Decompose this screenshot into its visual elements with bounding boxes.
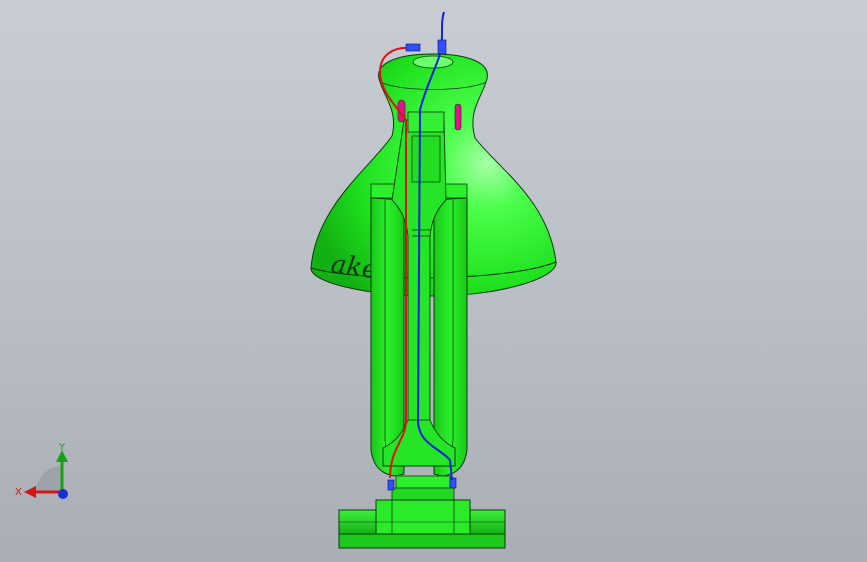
lamp-base[interactable] <box>338 499 506 549</box>
connector-right <box>449 477 457 489</box>
z-axis-dot <box>58 489 68 499</box>
wire-red-plug <box>405 43 421 52</box>
connector-left <box>387 479 395 491</box>
lamp-neck[interactable] <box>387 475 457 501</box>
triad-graphic <box>24 450 68 499</box>
x-axis-label: X <box>15 487 22 498</box>
graphics-viewport[interactable]: aker X Y <box>0 0 867 562</box>
cad-model-view[interactable]: aker <box>0 0 867 562</box>
y-axis-label: Y <box>59 442 66 453</box>
wire-blue-plug <box>437 39 447 55</box>
vent-slot-right <box>454 103 462 131</box>
orientation-triad[interactable]: X Y <box>10 440 80 510</box>
